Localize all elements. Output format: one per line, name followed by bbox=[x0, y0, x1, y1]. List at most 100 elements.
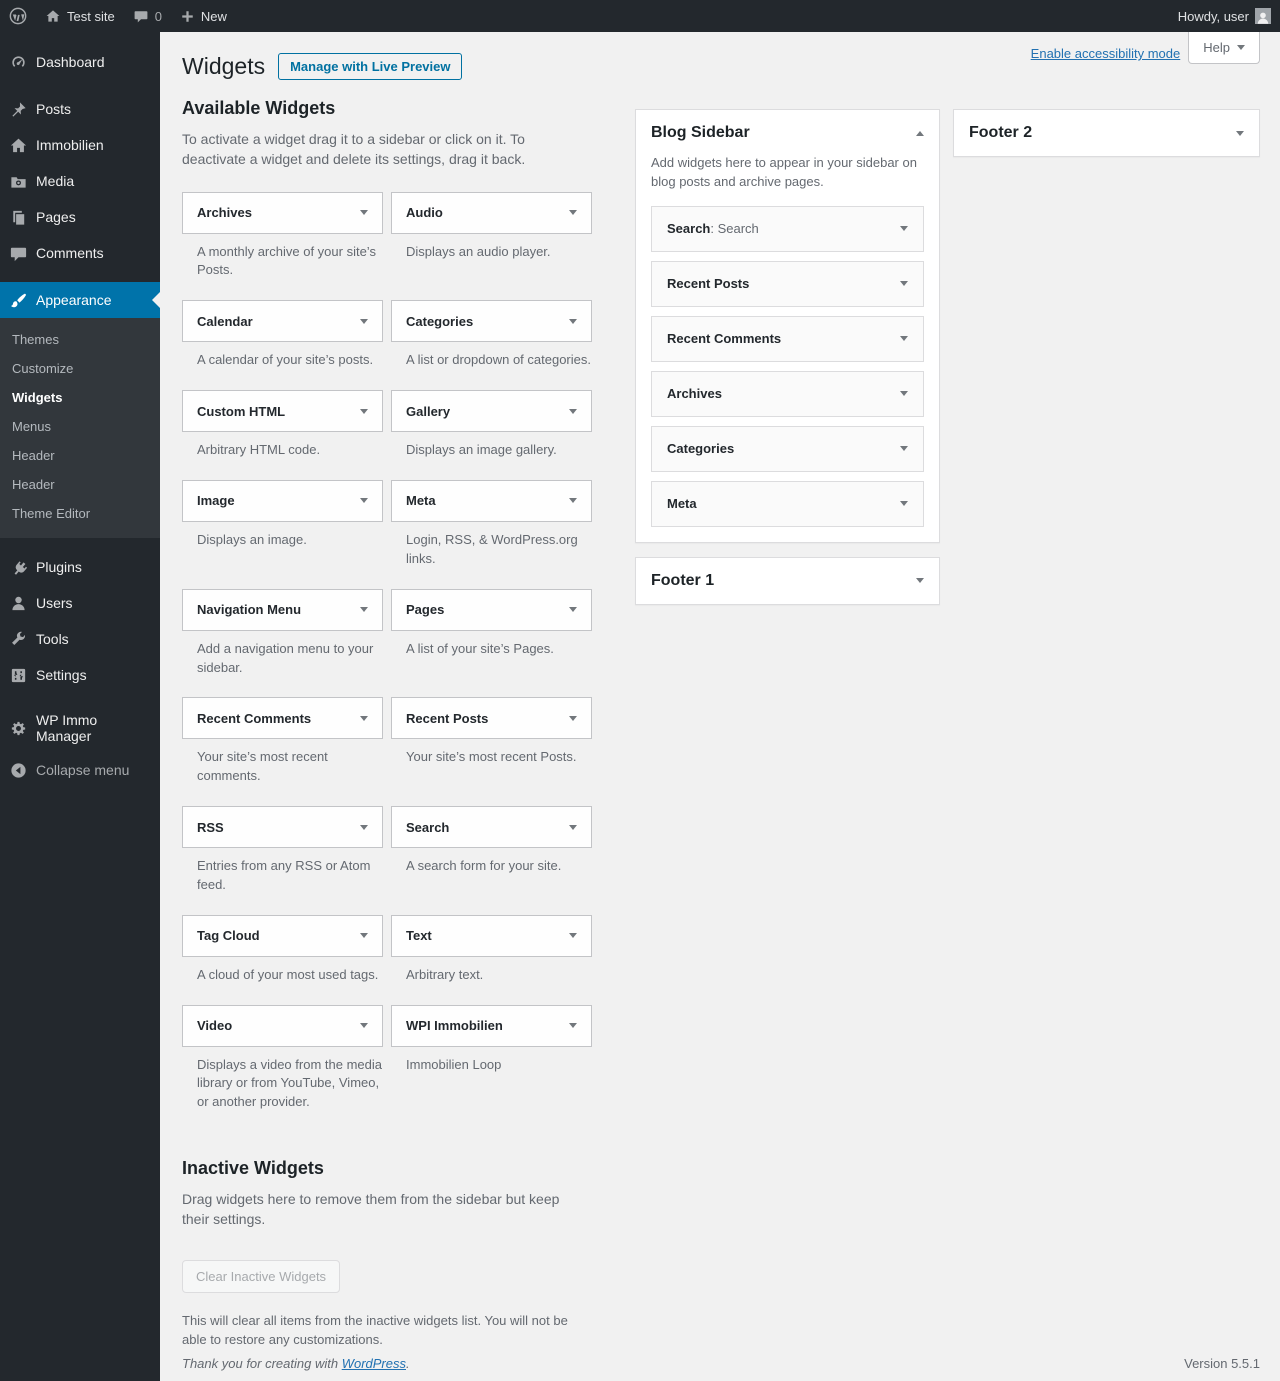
widget-card[interactable]: Pages bbox=[391, 588, 592, 631]
sidebar-item-appearance[interactable]: Appearance bbox=[0, 282, 160, 318]
sidebar-item-label: Dashboard bbox=[36, 54, 105, 70]
widget-card[interactable]: Calendar bbox=[182, 300, 383, 343]
chevron-down-icon[interactable] bbox=[900, 446, 908, 452]
footer-1-toggle[interactable]: Footer 1 bbox=[636, 558, 939, 604]
chevron-down-icon[interactable] bbox=[360, 607, 368, 613]
sidebar-item-media[interactable]: Media bbox=[0, 163, 160, 199]
chevron-down-icon[interactable] bbox=[360, 498, 368, 504]
wordpress-logo-icon[interactable] bbox=[0, 0, 36, 32]
howdy-label: Howdy, user bbox=[1177, 8, 1249, 24]
sidebar-item-wp-immo-manager[interactable]: WP Immo Manager bbox=[0, 704, 160, 752]
widget-card[interactable]: Image bbox=[182, 479, 383, 522]
widget-description: Your site’s most recent comments. bbox=[197, 749, 328, 784]
panel-title: Blog Sidebar bbox=[651, 124, 750, 141]
account-menu[interactable]: Howdy, user bbox=[1169, 0, 1280, 32]
widget-card[interactable]: Recent Posts bbox=[391, 697, 592, 740]
widget-card[interactable]: Recent Comments bbox=[182, 697, 383, 740]
blog-sidebar-toggle[interactable]: Blog Sidebar bbox=[636, 110, 939, 156]
chevron-down-icon[interactable] bbox=[569, 607, 577, 613]
widget-card[interactable]: Gallery bbox=[391, 390, 592, 433]
page-title: Widgets bbox=[182, 53, 266, 79]
chevron-up-icon[interactable] bbox=[916, 130, 924, 136]
sidebar-item-tools[interactable]: Tools bbox=[0, 621, 160, 657]
chevron-down-icon[interactable] bbox=[569, 715, 577, 721]
appearance-submenu: Themes Customize Widgets Menus Header He… bbox=[0, 318, 160, 538]
submenu-item-themes[interactable]: Themes bbox=[0, 325, 160, 354]
chevron-down-icon[interactable] bbox=[569, 408, 577, 414]
sidebar-item-immobilien[interactable]: Immobilien bbox=[0, 127, 160, 163]
chevron-down-icon[interactable] bbox=[569, 210, 577, 216]
submenu-item-header[interactable]: Header bbox=[0, 441, 160, 470]
inactive-widgets-section: Inactive Widgets Drag widgets here to re… bbox=[182, 1158, 594, 1350]
chevron-down-icon[interactable] bbox=[916, 578, 924, 584]
chevron-down-icon[interactable] bbox=[360, 408, 368, 414]
clear-inactive-widgets-button[interactable]: Clear Inactive Widgets bbox=[182, 1259, 341, 1293]
widget-card[interactable]: RSS bbox=[182, 806, 383, 849]
site-name-menu[interactable]: Test site bbox=[36, 0, 124, 32]
sidebar-item-label: Media bbox=[36, 173, 75, 189]
widget-card[interactable]: Custom HTML bbox=[182, 390, 383, 433]
chevron-down-icon[interactable] bbox=[569, 933, 577, 939]
widget-card[interactable]: Text bbox=[391, 914, 592, 957]
widget-title: Search bbox=[406, 819, 450, 835]
manage-live-preview-button[interactable]: Manage with Live Preview bbox=[278, 53, 463, 80]
chevron-down-icon[interactable] bbox=[900, 391, 908, 397]
sidebar-widget-categories[interactable]: Categories bbox=[651, 425, 924, 472]
sidebar-widget-recent-posts[interactable]: Recent Posts bbox=[651, 260, 924, 307]
sidebar-item-comments[interactable]: Comments bbox=[0, 235, 160, 271]
chevron-down-icon[interactable] bbox=[569, 1023, 577, 1029]
submenu-item-menus[interactable]: Menus bbox=[0, 412, 160, 441]
enable-accessibility-link[interactable]: Enable accessibility mode bbox=[1031, 46, 1181, 61]
footer-2-toggle[interactable]: Footer 2 bbox=[954, 110, 1259, 156]
chevron-down-icon[interactable] bbox=[569, 498, 577, 504]
chevron-down-icon[interactable] bbox=[360, 210, 368, 216]
widget-title: Pages bbox=[406, 602, 445, 618]
widget-card[interactable]: Audio bbox=[391, 191, 592, 234]
sidebar-item-posts[interactable]: Posts bbox=[0, 91, 160, 127]
wordpress-link[interactable]: WordPress bbox=[342, 1356, 406, 1371]
sidebar-item-users[interactable]: Users bbox=[0, 585, 160, 621]
chevron-down-icon[interactable] bbox=[900, 336, 908, 342]
chevron-down-icon[interactable] bbox=[360, 824, 368, 830]
pin-icon bbox=[8, 99, 28, 119]
sidebar-widget-search[interactable]: Search: Search bbox=[651, 205, 924, 252]
sidebar-item-settings[interactable]: Settings bbox=[0, 657, 160, 693]
widget-card[interactable]: WPI Immobilien bbox=[391, 1004, 592, 1047]
submenu-item-widgets[interactable]: Widgets bbox=[0, 383, 160, 412]
sidebar-item-pages[interactable]: Pages bbox=[0, 199, 160, 235]
sidebar-item-plugins[interactable]: Plugins bbox=[0, 549, 160, 585]
sidebar-widget-archives[interactable]: Archives bbox=[651, 370, 924, 417]
widget-card[interactable]: Archives bbox=[182, 191, 383, 234]
chevron-down-icon[interactable] bbox=[360, 715, 368, 721]
widget-card[interactable]: Search bbox=[391, 806, 592, 849]
submenu-item-header-2[interactable]: Header bbox=[0, 470, 160, 499]
brush-icon bbox=[8, 290, 28, 310]
chevron-down-icon[interactable] bbox=[360, 318, 368, 324]
new-menu[interactable]: New bbox=[171, 0, 236, 32]
sidebar-item-dashboard[interactable]: Dashboard bbox=[0, 44, 160, 80]
available-widgets-heading: Available Widgets bbox=[182, 98, 336, 118]
widget-card[interactable]: Meta bbox=[391, 479, 592, 522]
chevron-down-icon[interactable] bbox=[360, 1023, 368, 1029]
chevron-down-icon[interactable] bbox=[900, 226, 908, 232]
widget-card[interactable]: Navigation Menu bbox=[182, 588, 383, 631]
chevron-down-icon[interactable] bbox=[569, 318, 577, 324]
widget-card[interactable]: Video bbox=[182, 1004, 383, 1047]
camera-icon bbox=[8, 171, 28, 191]
submenu-item-theme-editor[interactable]: Theme Editor bbox=[0, 499, 160, 528]
comments-menu[interactable]: 0 bbox=[124, 0, 171, 32]
widget-description: Displays an image gallery. bbox=[406, 442, 557, 458]
widget-card[interactable]: Tag Cloud bbox=[182, 914, 383, 957]
chevron-down-icon[interactable] bbox=[569, 824, 577, 830]
sidebar-widget-meta[interactable]: Meta bbox=[651, 480, 924, 527]
chevron-down-icon[interactable] bbox=[1236, 130, 1244, 136]
chevron-down-icon[interactable] bbox=[900, 281, 908, 287]
submenu-item-customize[interactable]: Customize bbox=[0, 354, 160, 383]
sidebar-item-collapse-menu[interactable]: Collapse menu bbox=[0, 752, 160, 788]
sidebar-widget-recent-comments[interactable]: Recent Comments bbox=[651, 315, 924, 362]
help-tab[interactable]: Help bbox=[1188, 32, 1260, 64]
chevron-down-icon[interactable] bbox=[360, 933, 368, 939]
widget-title: RSS bbox=[197, 819, 224, 835]
chevron-down-icon[interactable] bbox=[900, 501, 908, 507]
widget-card[interactable]: Categories bbox=[391, 300, 592, 343]
